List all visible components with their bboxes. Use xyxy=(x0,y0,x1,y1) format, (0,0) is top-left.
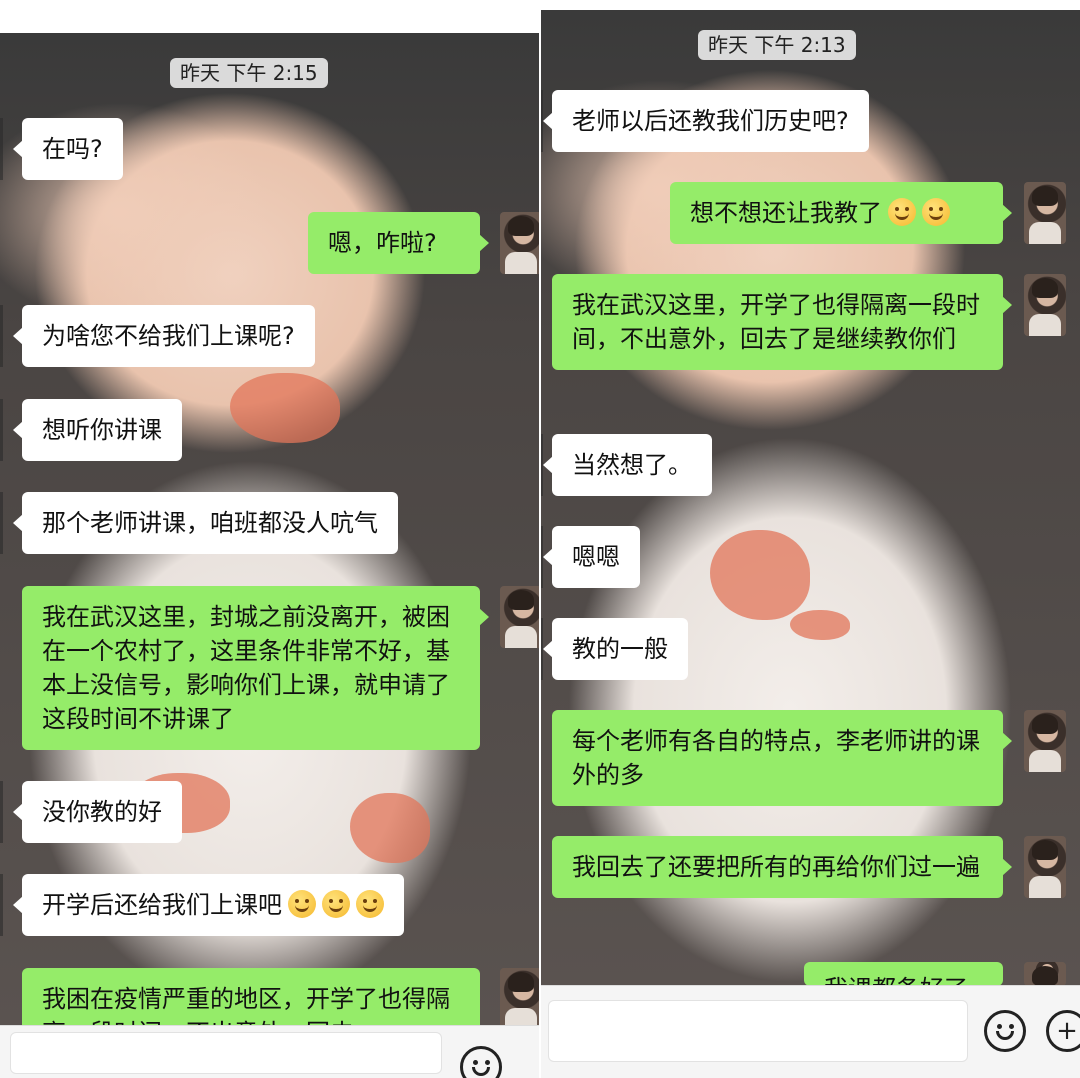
message-text: 当然想了。 xyxy=(572,451,692,479)
smiling-face-icon xyxy=(288,890,316,918)
contact-avatar-partial xyxy=(0,399,3,461)
message-text: 想听你讲课 xyxy=(42,416,162,444)
user-avatar[interactable] xyxy=(1024,710,1066,772)
message-text: 在吗? xyxy=(42,135,103,163)
message-bubble-received[interactable]: 那个老师讲课，咱班都没人吭气 xyxy=(13,492,398,554)
message-text: 老师以后还教我们历史吧? xyxy=(572,107,849,135)
contact-avatar-partial xyxy=(0,492,3,554)
message-text: 嗯，咋啦? xyxy=(328,229,437,257)
message-bubble-sent[interactable]: 我在武汉这里，封城之前没离开，被困在一个农村了，这里条件非常不好，基本上没信号，… xyxy=(22,586,489,750)
contact-avatar-partial xyxy=(0,781,3,843)
user-avatar[interactable] xyxy=(1024,274,1066,336)
contact-avatar-partial xyxy=(0,305,3,367)
message-bubble-received[interactable]: 在吗? xyxy=(13,118,123,180)
message-bubble-sent[interactable]: 我课都备好了 xyxy=(804,962,1003,986)
chat-screenshot-left: 昨天 下午 2:15 在吗? 嗯，咋啦? 为啥您不给我们上课呢? 想听你讲课 那… xyxy=(0,0,540,1078)
message-timestamp: 昨天 下午 2:13 xyxy=(698,30,856,60)
message-input[interactable] xyxy=(548,1000,968,1062)
message-text: 我在武汉这里，开学了也得隔离一段时间，不出意外，回去了是继续教你们 xyxy=(572,291,980,353)
top-bar xyxy=(0,0,540,33)
user-avatar[interactable] xyxy=(1024,836,1066,898)
message-bubble-sent[interactable]: 想不想还让我教了 xyxy=(670,182,1012,244)
contact-avatar-partial xyxy=(0,118,3,180)
top-bar xyxy=(540,0,1080,10)
input-toolbar xyxy=(0,1025,540,1078)
message-text: 为啥您不给我们上课呢? xyxy=(42,322,295,350)
message-bubble-received[interactable]: 教的一般 xyxy=(543,618,688,680)
input-toolbar: + xyxy=(540,985,1080,1078)
message-bubble-sent[interactable]: 我回去了还要把所有的再给你们过一遍 xyxy=(552,836,1012,898)
message-bubble-received[interactable]: 开学后还给我们上课吧 xyxy=(13,874,404,936)
blush-face-icon xyxy=(356,890,384,918)
blush-face-icon xyxy=(322,890,350,918)
message-text: 那个老师讲课，咱班都没人吭气 xyxy=(42,509,378,537)
message-bubble-received[interactable]: 想听你讲课 xyxy=(13,399,182,461)
tears-of-joy-icon xyxy=(888,198,916,226)
emoji-button[interactable] xyxy=(984,1010,1026,1052)
user-avatar[interactable] xyxy=(500,968,540,1030)
message-timestamp: 昨天 下午 2:15 xyxy=(170,58,328,88)
message-bubble-sent[interactable]: 我在武汉这里，开学了也得隔离一段时间，不出意外，回去了是继续教你们 xyxy=(552,274,1012,370)
message-bubble-sent[interactable]: 嗯，咋啦? xyxy=(308,212,489,274)
user-avatar[interactable] xyxy=(500,212,540,274)
message-text: 我在武汉这里，封城之前没离开，被困在一个农村了，这里条件非常不好，基本上没信号，… xyxy=(42,603,450,733)
chat-screenshot-right: 昨天 下午 2:13 老师以后还教我们历史吧? 想不想还让我教了 我在武汉这里，… xyxy=(540,0,1080,1078)
message-bubble-received[interactable]: 没你教的好 xyxy=(13,781,182,843)
user-avatar[interactable] xyxy=(500,586,540,648)
message-bubble-received[interactable]: 嗯嗯 xyxy=(543,526,640,588)
emoji-button[interactable] xyxy=(460,1046,502,1078)
user-avatar[interactable] xyxy=(1024,962,1066,986)
message-input[interactable] xyxy=(10,1032,442,1074)
message-text: 开学后还给我们上课吧 xyxy=(42,891,282,919)
plus-icon: + xyxy=(1056,1016,1078,1046)
message-text: 嗯嗯 xyxy=(572,543,620,571)
message-bubble-received[interactable]: 老师以后还教我们历史吧? xyxy=(543,90,869,152)
message-text: 我回去了还要把所有的再给你们过一遍 xyxy=(572,853,980,881)
message-text: 每个老师有各自的特点，李老师讲的课外的多 xyxy=(572,727,980,789)
smiley-icon xyxy=(987,1013,1023,1049)
user-avatar[interactable] xyxy=(1024,182,1066,244)
smiley-icon xyxy=(463,1049,499,1078)
message-bubble-received[interactable]: 当然想了。 xyxy=(543,434,712,496)
message-text: 教的一般 xyxy=(572,635,668,663)
contact-avatar-partial xyxy=(0,874,3,936)
message-bubble-received[interactable]: 为啥您不给我们上课呢? xyxy=(13,305,315,367)
message-bubble-sent[interactable]: 每个老师有各自的特点，李老师讲的课外的多 xyxy=(552,710,1012,806)
tears-of-joy-icon xyxy=(922,198,950,226)
plus-button[interactable]: + xyxy=(1046,1010,1080,1052)
message-text: 没你教的好 xyxy=(42,798,162,826)
message-text: 想不想还让我教了 xyxy=(690,199,882,227)
screenshot-divider xyxy=(539,0,541,1078)
